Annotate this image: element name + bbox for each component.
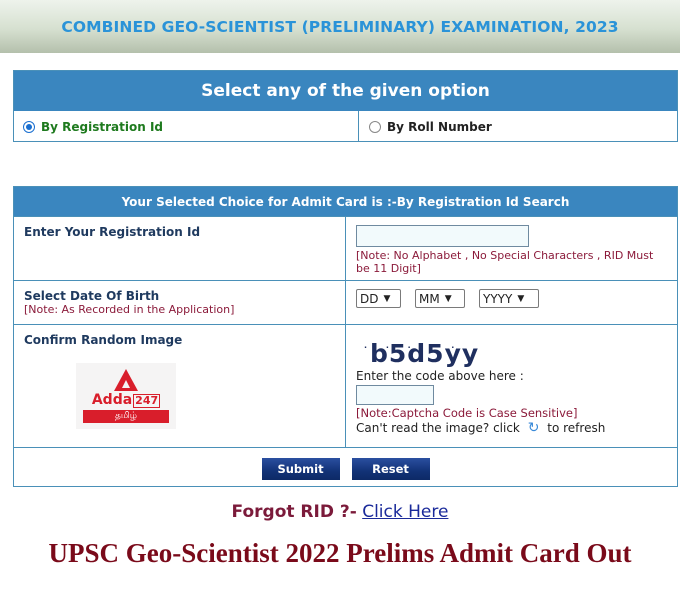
captcha-refresh-line: Can't read the image? click ↻ to refresh	[356, 420, 667, 436]
dob-label: Select Date Of Birth	[24, 289, 160, 303]
option-roll-number[interactable]: By Roll Number	[359, 111, 677, 142]
logo-number: 247	[133, 393, 161, 408]
chevron-down-icon: ▼	[517, 293, 525, 304]
refresh-prefix: Can't read the image? click	[356, 421, 520, 435]
chevron-down-icon: ▼	[444, 293, 452, 304]
registration-label: Enter Your Registration Id	[24, 225, 201, 239]
captcha-row: Confirm Random Image Adda 247 தமிழ் · · …	[14, 324, 677, 447]
option-registration-id-label: By Registration Id	[41, 119, 163, 134]
dob-day-select[interactable]: DD ▼	[356, 289, 401, 308]
forgot-rid-link[interactable]: Click Here	[362, 502, 448, 522]
refresh-suffix: to refresh	[547, 421, 606, 435]
option-selector-header: Select any of the given option	[14, 71, 677, 111]
registration-note: [Note: No Alphabet , No Special Characte…	[356, 249, 654, 275]
captcha-image: · · · · · b5d5yy	[364, 339, 667, 369]
dob-month-select[interactable]: MM ▼	[415, 289, 465, 308]
dob-year-value: YYYY	[483, 291, 513, 306]
adda247-logo: Adda 247 தமிழ்	[76, 363, 176, 429]
chevron-down-icon: ▼	[383, 293, 391, 304]
article-headline: UPSC Geo-Scientist 2022 Prelims Admit Ca…	[48, 538, 632, 568]
captcha-input[interactable]	[356, 385, 434, 405]
radio-registration-id[interactable]	[23, 120, 35, 133]
admit-card-form: Your Selected Choice for Admit Card is :…	[13, 186, 678, 487]
button-row: Submit Reset	[14, 447, 677, 489]
dob-month-value: MM	[419, 291, 440, 306]
option-registration-id[interactable]: By Registration Id	[14, 111, 359, 142]
captcha-note: [Note:Captcha Code is Case Sensitive]	[356, 406, 578, 420]
refresh-icon[interactable]: ↻	[528, 420, 540, 436]
forgot-rid: Forgot RID ?- Click Here	[0, 502, 680, 522]
adda-a-icon	[114, 369, 138, 391]
captcha-label: Confirm Random Image	[24, 333, 183, 347]
radio-roll-number[interactable]	[369, 120, 381, 133]
exam-banner: COMBINED GEO-SCIENTIST (PRELIMINARY) EXA…	[0, 0, 680, 53]
dob-row: Select Date Of Birth [Note: As Recorded …	[14, 280, 677, 324]
option-selector: Select any of the given option By Regist…	[13, 70, 678, 142]
option-roll-number-label: By Roll Number	[387, 119, 492, 134]
dob-year-select[interactable]: YYYY ▼	[479, 289, 539, 308]
reset-button[interactable]: Reset	[351, 457, 430, 480]
captcha-noise: · · · · ·	[364, 343, 463, 352]
submit-button[interactable]: Submit	[261, 457, 340, 480]
forgot-rid-label: Forgot RID ?-	[231, 502, 357, 522]
exam-title: COMBINED GEO-SCIENTIST (PRELIMINARY) EXA…	[61, 17, 619, 36]
captcha-instruction: Enter the code above here :	[356, 369, 524, 383]
logo-word: Adda	[91, 392, 133, 408]
registration-row: Enter Your Registration Id [Note: No Alp…	[14, 216, 677, 280]
form-header: Your Selected Choice for Admit Card is :…	[14, 187, 677, 216]
dob-note: [Note: As Recorded in the Application]	[24, 303, 235, 316]
dob-day-value: DD	[360, 291, 379, 306]
registration-id-input[interactable]	[356, 225, 529, 247]
logo-band: தமிழ்	[83, 410, 169, 423]
